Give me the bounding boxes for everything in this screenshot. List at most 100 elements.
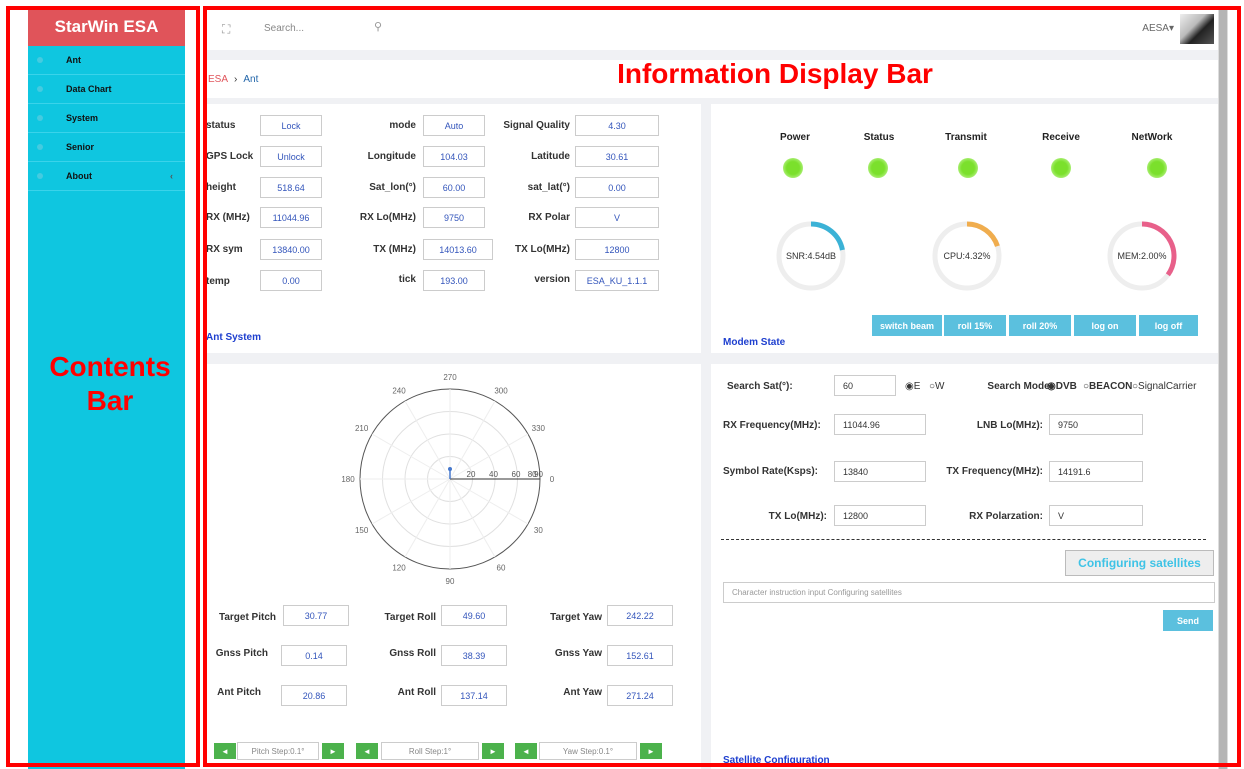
field-value: 271.24 — [607, 685, 673, 706]
polar-panel: 270 300 330 0 30 60 90 120 150 180 210 240 20 40 60 80 9… — [206, 364, 701, 769]
field-label: Target Yaw — [550, 612, 602, 623]
field-value: ESA_KU_1.1.1 — [575, 270, 659, 291]
log-on-button[interactable]: log on — [1074, 315, 1136, 336]
chevron-left-icon: ‹ — [170, 171, 173, 181]
search-icon[interactable]: ⚲ — [374, 20, 382, 33]
sidebar-item-system[interactable]: System — [28, 104, 185, 133]
mode-beacon-radio[interactable]: ○BEACON — [1083, 381, 1132, 392]
field-value: 104.03 — [423, 146, 485, 167]
yaw-decrease-button[interactable]: ◄ — [515, 743, 537, 759]
symbol-rate-input[interactable]: 13840 — [834, 461, 926, 482]
roll-decrease-button[interactable]: ◄ — [356, 743, 378, 759]
sidebar-item-data-chart[interactable]: Data Chart — [28, 75, 185, 104]
nav-dot-icon — [37, 57, 43, 63]
field-value: 60.00 — [423, 177, 485, 198]
sidebar-item-ant[interactable]: Ant — [28, 46, 185, 75]
polar-angle-label: 150 — [355, 526, 369, 535]
send-button[interactable]: Send — [1163, 610, 1213, 631]
mode-dvb-radio[interactable]: ◉DVB — [1047, 381, 1077, 392]
polar-angle-label: 60 — [497, 563, 506, 572]
field-label: Ant Pitch — [217, 687, 261, 698]
field-label: GPS Lock — [206, 151, 254, 162]
field-label: TX Lo(MHz) — [515, 244, 570, 255]
pitch-increase-button[interactable]: ► — [322, 743, 344, 759]
scrollbar[interactable] — [1218, 8, 1228, 769]
field-value: 14013.60 — [423, 239, 493, 260]
direction-e-radio[interactable]: ◉E — [905, 381, 920, 392]
direction-w-radio[interactable]: ○W — [929, 381, 944, 392]
roll-20-button[interactable]: roll 20% — [1009, 315, 1071, 336]
field-label: mode — [389, 120, 416, 131]
roll-step-field[interactable]: Roll Step:1° — [381, 742, 479, 760]
yaw-step-field[interactable]: Yaw Step:0.1° — [539, 742, 637, 760]
top-bar: ⛶ Search... ⚲ AESA▾ — [206, 8, 1218, 50]
scrollbar-thumb[interactable] — [1219, 8, 1227, 769]
roll-increase-button[interactable]: ► — [482, 743, 504, 759]
field-value: 4.30 — [575, 115, 659, 136]
field-value: 30.61 — [575, 146, 659, 167]
roll-15-button[interactable]: roll 15% — [944, 315, 1006, 336]
polar-spoke — [449, 478, 496, 558]
pitch-step-field[interactable]: Pitch Step:0.1° — [237, 742, 319, 760]
sidebar-item-label: About — [66, 171, 92, 181]
yaw-increase-button[interactable]: ► — [640, 743, 662, 759]
field-value: 152.61 — [607, 645, 673, 666]
pitch-decrease-button[interactable]: ◄ — [214, 743, 236, 759]
led-label-transmit: Transmit — [945, 132, 987, 143]
rx-polarization-input[interactable]: V — [1049, 505, 1143, 526]
avatar[interactable] — [1180, 14, 1214, 44]
log-off-button[interactable]: log off — [1139, 315, 1198, 336]
sidebar-item-senior[interactable]: Senior — [28, 133, 185, 162]
field-label: RX (MHz) — [206, 212, 250, 223]
information-display-bar-annotation: Information Display Bar — [617, 58, 933, 89]
lnb-lo-input[interactable]: 9750 — [1049, 414, 1143, 435]
polar-angle-label: 0 — [550, 475, 555, 484]
user-menu[interactable]: AESA▾ — [1142, 23, 1174, 34]
sidebar-item-label: Senior — [66, 142, 95, 152]
field-label: Target Pitch — [218, 612, 276, 623]
polar-spoke — [449, 478, 529, 525]
field-label: Sat_lon(°) — [369, 182, 416, 193]
rx-frequency-input[interactable]: 11044.96 — [834, 414, 926, 435]
status-led-icon — [868, 158, 888, 178]
search-mode-label: Search Mode: — [987, 381, 1053, 392]
field-value: 137.14 — [441, 685, 507, 706]
field-label: RX Polar — [528, 212, 570, 223]
polar-radial-label: 60 — [512, 470, 521, 479]
configuring-satellites-button[interactable]: Configuring satellites — [1065, 550, 1214, 576]
receive-led-icon — [1051, 158, 1071, 178]
nav-dot-icon — [37, 144, 43, 150]
lnb-lo-label: LNB Lo(MHz): — [976, 420, 1043, 431]
satellite-config-panel: Search Sat(°): 60 ◉E ○W Search Mode: ◉DV… — [711, 364, 1218, 769]
search-sat-input[interactable]: 60 — [834, 375, 896, 396]
sidebar-item-label: System — [66, 113, 99, 123]
polar-angle-label: 210 — [355, 424, 369, 433]
tx-lo-input[interactable]: 12800 — [834, 505, 926, 526]
field-label: Target Roll — [384, 612, 436, 623]
gauge-label: CPU:4.32% — [943, 251, 990, 261]
led-label-status: Status — [863, 132, 895, 143]
gauge-arc — [1141, 221, 1177, 277]
breadcrumb-home-link[interactable]: ESA — [208, 74, 228, 85]
network-led-icon — [1147, 158, 1167, 178]
main-area: ⛶ Search... ⚲ AESA▾ ESA › Ant status Loc… — [206, 8, 1218, 769]
field-label: version — [534, 274, 570, 285]
tx-frequency-input[interactable]: 14191.6 — [1049, 461, 1143, 482]
field-value: 193.00 — [423, 270, 485, 291]
switch-beam-button[interactable]: switch beam — [872, 315, 942, 336]
field-label: sat_lat(°) — [527, 182, 570, 193]
gauge-label: SNR:4.54dB — [786, 251, 836, 261]
sidebar-item-about[interactable]: About ‹ — [28, 162, 185, 191]
field-value: 38.39 — [441, 645, 507, 666]
polar-spoke — [404, 400, 451, 480]
power-led-icon — [783, 158, 803, 178]
field-value: 49.60 — [441, 605, 507, 626]
mode-signal-carrier-radio[interactable]: ○SignalCarrier — [1132, 381, 1196, 392]
search-input[interactable]: Search... — [264, 23, 304, 34]
field-label: status — [206, 120, 236, 131]
fullscreen-icon[interactable]: ⛶ — [222, 22, 230, 37]
field-label: RX sym — [206, 244, 243, 255]
breadcrumb-current[interactable]: Ant — [243, 74, 258, 85]
command-input[interactable]: Character instruction input Configuring … — [723, 582, 1215, 603]
polar-angle-label: 120 — [392, 563, 406, 572]
